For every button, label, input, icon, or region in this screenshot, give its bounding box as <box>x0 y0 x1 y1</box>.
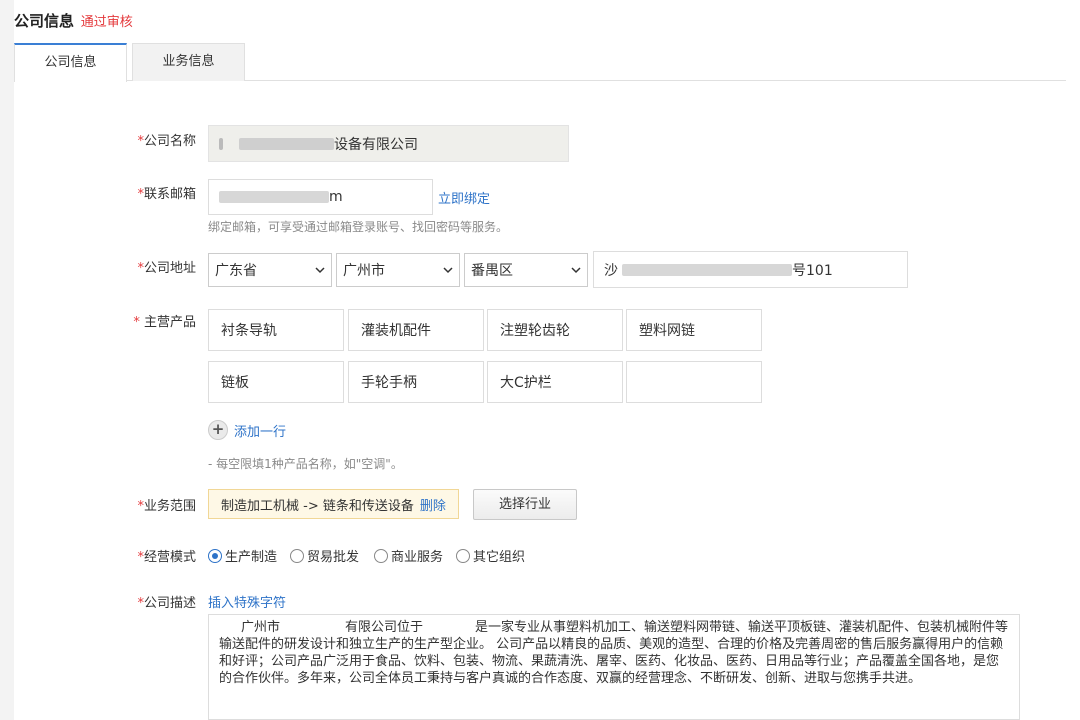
company-name-field: 设备有限公司 <box>208 125 569 162</box>
product-cell[interactable]: 塑料网链 <box>626 309 762 351</box>
email-field[interactable]: m <box>208 179 433 215</box>
bind-email-link[interactable]: 立即绑定 <box>438 188 490 207</box>
industry-tag: 制造加工机械 -> 链条和传送设备 删除 <box>208 489 459 519</box>
description-label: *公司描述 <box>137 596 196 611</box>
add-row-button[interactable]: + 添加一行 <box>208 420 286 440</box>
radio-button[interactable] <box>456 548 470 563</box>
product-cell[interactable] <box>626 361 762 403</box>
page-title: 公司信息 通过审核 <box>14 10 133 31</box>
address-label: *公司地址 <box>137 261 196 276</box>
district-select[interactable]: 番禺区 <box>464 253 588 287</box>
radio-manufacturing[interactable]: 生产制造 <box>208 546 277 565</box>
product-cell[interactable]: 手轮手柄 <box>348 361 484 403</box>
province-select[interactable]: 广东省 <box>208 253 332 287</box>
email-hint: 绑定邮箱，可享受通过邮箱登录账号、找回密码等服务。 <box>208 220 509 234</box>
product-cell[interactable]: 灌装机配件 <box>348 309 484 351</box>
tab-business-info[interactable]: 业务信息 <box>132 43 245 81</box>
radio-button[interactable] <box>374 548 388 563</box>
chevron-down-icon <box>443 267 453 274</box>
radio-other[interactable]: 其它组织 <box>456 546 525 565</box>
product-cell[interactable]: 衬条导轨 <box>208 309 344 351</box>
page-title-text: 公司信息 <box>14 12 75 30</box>
city-select[interactable]: 广州市 <box>336 253 460 287</box>
products-hint: - 每空限填1种产品名称，如"空调"。 <box>208 457 403 471</box>
page-panel <box>14 0 1080 720</box>
radio-wholesale[interactable]: 贸易批发 <box>290 546 359 565</box>
company-name-label: *公司名称 <box>137 134 196 149</box>
tab-bar: 公司信息 业务信息 <box>14 43 1066 82</box>
product-cell[interactable]: 大C护栏 <box>487 361 623 403</box>
chevron-down-icon <box>315 267 325 274</box>
plus-icon: + <box>208 420 228 440</box>
delete-industry-link[interactable]: 删除 <box>420 495 446 514</box>
radio-button[interactable] <box>208 548 222 563</box>
description-textarea[interactable]: 广州市 有限公司位于 是一家专业从事塑料机加工、输送塑料网带链、输送平顶板链、灌… <box>208 614 1020 720</box>
product-cell[interactable]: 注塑轮齿轮 <box>487 309 623 351</box>
email-label: *联系邮箱 <box>137 187 196 202</box>
business-scope-label: *业务范围 <box>137 499 196 514</box>
status-badge: 通过审核 <box>80 15 133 30</box>
products-label: * 主营产品 <box>133 315 196 330</box>
add-row-label: 添加一行 <box>234 424 287 440</box>
street-address-field[interactable]: 沙 号101 <box>593 251 908 288</box>
radio-button[interactable] <box>290 548 304 563</box>
business-mode-label: *经营模式 <box>137 550 196 565</box>
insert-special-char-link[interactable]: 插入特殊字符 <box>208 592 286 611</box>
chevron-down-icon <box>571 267 581 274</box>
tab-company-info[interactable]: 公司信息 <box>14 43 127 82</box>
radio-services[interactable]: 商业服务 <box>374 546 443 565</box>
select-industry-button[interactable]: 选择行业 <box>473 489 577 520</box>
product-cell[interactable]: 链板 <box>208 361 344 403</box>
